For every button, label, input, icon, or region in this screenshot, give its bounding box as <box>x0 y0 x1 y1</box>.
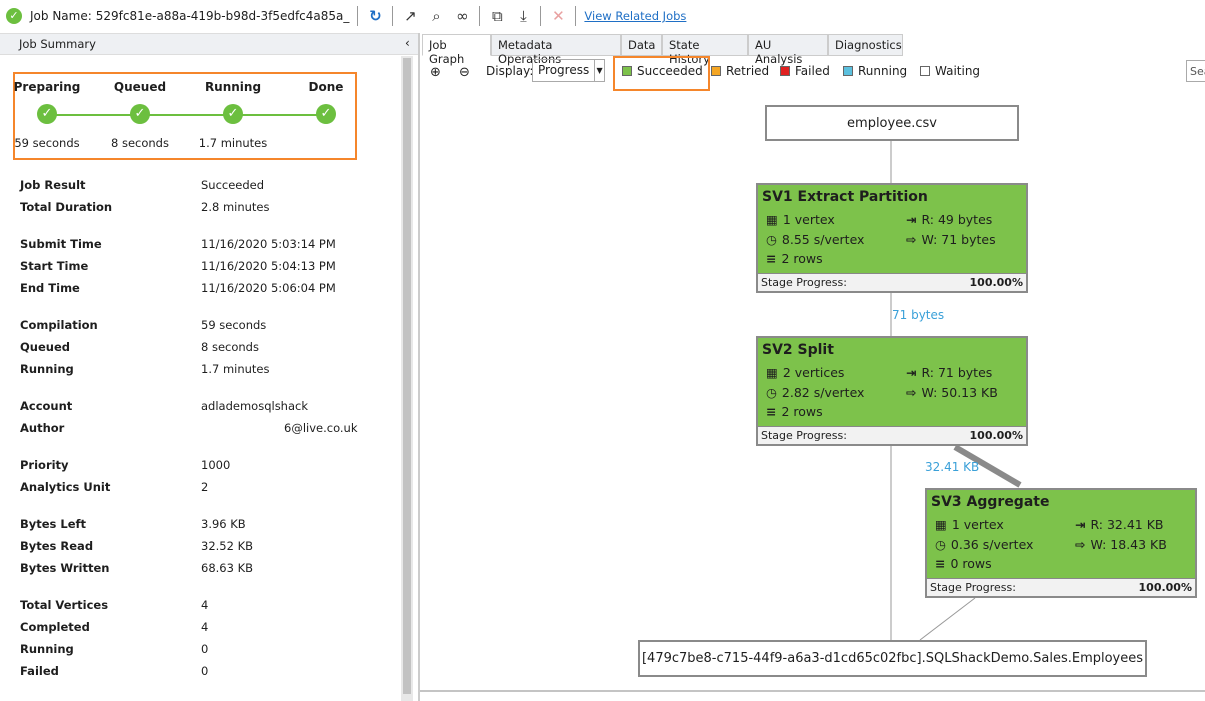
stage-read: ⇥ R: 49 bytes <box>906 212 992 227</box>
edge-label: 32.41 KB <box>925 460 980 474</box>
stage-progress: Stage Progress: 100.00% <box>927 578 1195 596</box>
stage-vertices-value: 1 vertex <box>951 517 1004 532</box>
vertices-icon: ▦ <box>766 365 778 380</box>
stage-progress: Stage Progress: 100.00% <box>758 273 1026 291</box>
progress-label: Stage Progress: <box>761 276 847 289</box>
rows-icon: ≡ <box>766 251 777 266</box>
progress-value: 100.00% <box>969 276 1023 289</box>
stage-write: ⇨ W: 18.43 KB <box>1075 537 1167 552</box>
vertices-icon: ▦ <box>935 517 947 532</box>
read-icon: ⇥ <box>1075 517 1086 532</box>
stage-read-value: R: 32.41 KB <box>1090 517 1164 532</box>
stage-write: ⇨ W: 50.13 KB <box>906 385 998 400</box>
stage-time: ◷ 8.55 s/vertex <box>766 232 864 247</box>
progress-label: Stage Progress: <box>930 581 1016 594</box>
time-icon: ◷ <box>935 537 946 552</box>
write-icon: ⇨ <box>906 232 917 247</box>
stage-node[interactable]: SV3 Aggregate ▦ 1 vertex ◷ 0.36 s/vertex ≡ 0 r… <box>925 488 1197 598</box>
input-node[interactable]: employee.csv <box>765 105 1019 141</box>
stage-title: SV2 Split <box>762 342 834 358</box>
stage-write-value: W: 18.43 KB <box>1090 537 1167 552</box>
vertices-icon: ▦ <box>766 212 778 227</box>
stage-title: SV1 Extract Partition <box>762 189 928 205</box>
stage-node[interactable]: SV1 Extract Partition ▦ 1 vertex ◷ 8.55 s/ve… <box>756 183 1028 293</box>
output-node[interactable]: [479c7be8-c715-44f9-a6a3-d1cd65c02fbc].S… <box>638 640 1147 677</box>
stage-time-value: 8.55 s/vertex <box>781 232 865 247</box>
time-icon: ◷ <box>766 385 777 400</box>
stage-vertices: ▦ 2 vertices <box>766 365 844 380</box>
stage-read: ⇥ R: 71 bytes <box>906 365 992 380</box>
progress-value: 100.00% <box>1138 581 1192 594</box>
read-icon: ⇥ <box>906 365 917 380</box>
progress-label: Stage Progress: <box>761 429 847 442</box>
stage-time: ◷ 0.36 s/vertex <box>935 537 1033 552</box>
stage-time: ◷ 2.82 s/vertex <box>766 385 864 400</box>
stage-progress: Stage Progress: 100.00% <box>758 426 1026 444</box>
edge <box>919 597 976 641</box>
stage-rows-value: 0 rows <box>950 556 992 571</box>
read-icon: ⇥ <box>906 212 917 227</box>
write-icon: ⇨ <box>906 385 917 400</box>
stage-rows: ≡ 2 rows <box>766 251 823 266</box>
stage-write: ⇨ W: 71 bytes <box>906 232 996 247</box>
stage-rows: ≡ 0 rows <box>935 556 992 571</box>
stage-time-value: 0.36 s/vertex <box>950 537 1034 552</box>
stage-read: ⇥ R: 32.41 KB <box>1075 517 1164 532</box>
stage-title: SV3 Aggregate <box>931 494 1050 510</box>
progress-value: 100.00% <box>969 429 1023 442</box>
stage-node[interactable]: SV2 Split ▦ 2 vertices ◷ 2.82 s/vertex ≡ 2 row… <box>756 336 1028 446</box>
stage-rows-value: 2 rows <box>781 404 823 419</box>
stage-vertices: ▦ 1 vertex <box>766 212 835 227</box>
write-icon: ⇨ <box>1075 537 1086 552</box>
stage-read-value: R: 49 bytes <box>921 212 993 227</box>
stage-read-value: R: 71 bytes <box>921 365 993 380</box>
edge-label: 71 bytes <box>892 308 945 322</box>
stage-vertices: ▦ 1 vertex <box>935 517 1004 532</box>
rows-icon: ≡ <box>935 556 946 571</box>
stage-vertices-value: 2 vertices <box>782 365 845 380</box>
rows-icon: ≡ <box>766 404 777 419</box>
stage-write-value: W: 71 bytes <box>921 232 996 247</box>
stage-rows: ≡ 2 rows <box>766 404 823 419</box>
stage-rows-value: 2 rows <box>781 251 823 266</box>
stage-time-value: 2.82 s/vertex <box>781 385 865 400</box>
stage-write-value: W: 50.13 KB <box>921 385 998 400</box>
time-icon: ◷ <box>766 232 777 247</box>
stage-vertices-value: 1 vertex <box>782 212 835 227</box>
